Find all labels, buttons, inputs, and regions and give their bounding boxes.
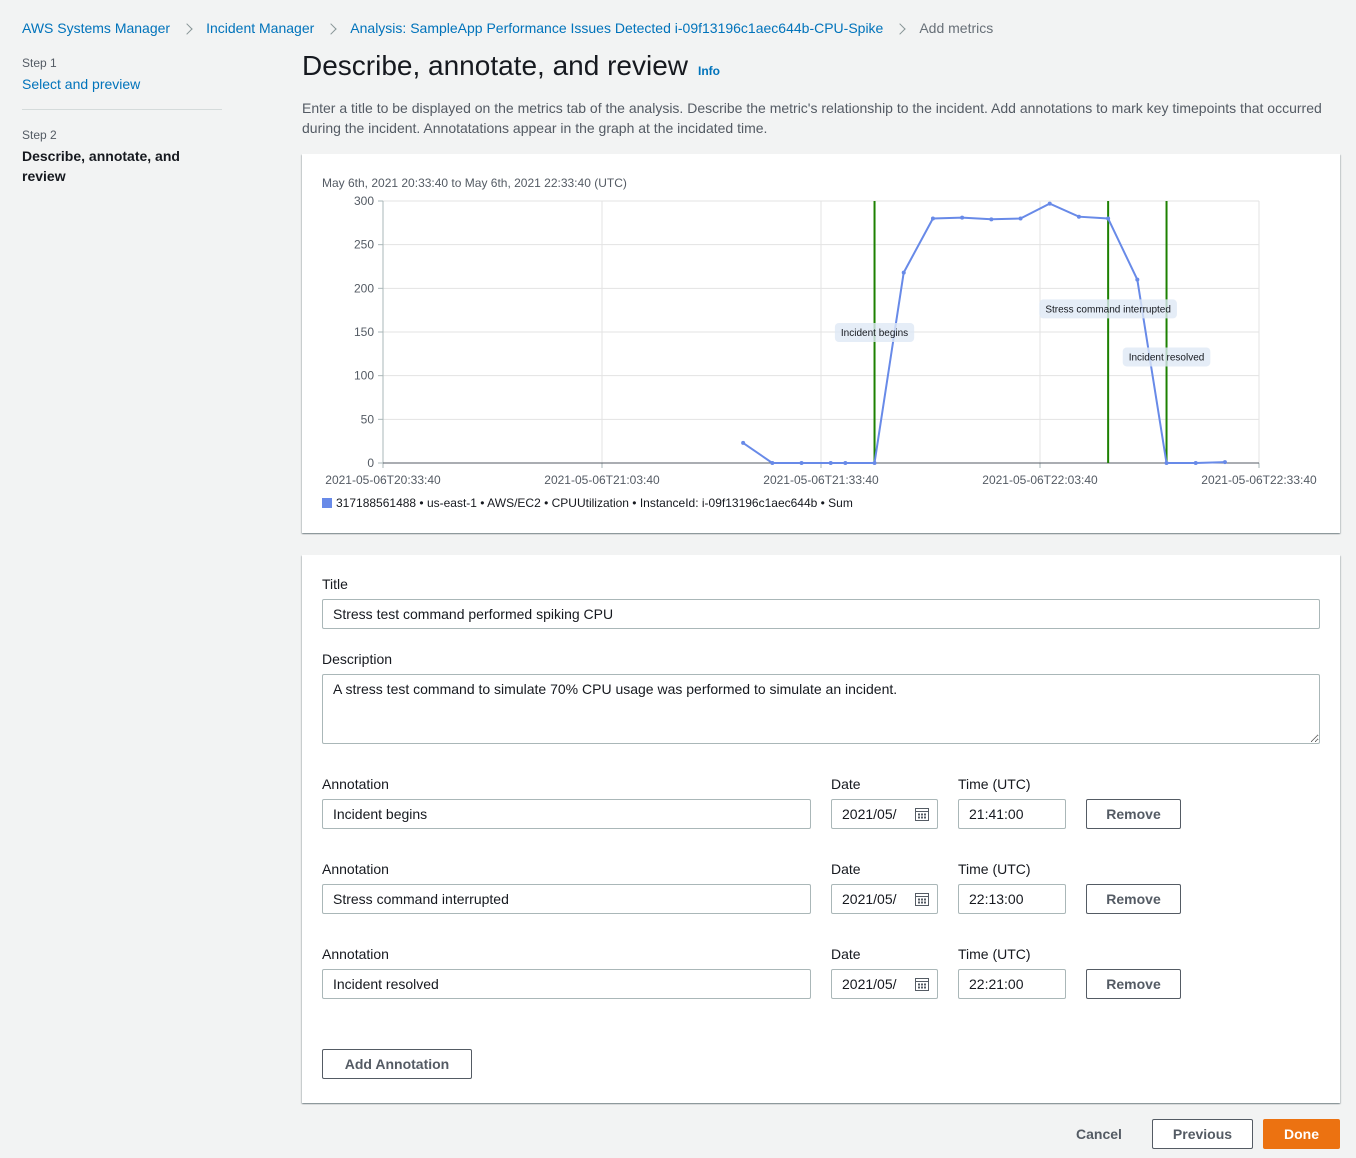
legend-label: 317188561488 • us-east-1 • AWS/EC2 • CPU… bbox=[336, 496, 853, 510]
step-2-number: Step 2 bbox=[22, 128, 57, 142]
breadcrumb-current: Add metrics bbox=[919, 20, 994, 36]
y-tick-label: 100 bbox=[354, 369, 374, 383]
x-tick-label: 2021-05-06T21:33:40 bbox=[763, 473, 879, 487]
annotation-label: Incident begins bbox=[841, 328, 908, 339]
add-annotation-button[interactable]: Add Annotation bbox=[322, 1049, 472, 1079]
x-tick-label: 2021-05-06T20:33:40 bbox=[325, 473, 441, 487]
y-tick-label: 0 bbox=[367, 456, 374, 470]
metric-chart: Incident begins Stress command interrupte… bbox=[325, 194, 1317, 487]
data-point[interactable] bbox=[1222, 460, 1227, 465]
page-title: Describe, annotate, and review Info bbox=[302, 50, 720, 82]
page-title-text: Describe, annotate, and review bbox=[302, 50, 688, 81]
date-input[interactable]: 2021/05/ bbox=[831, 799, 938, 829]
date-label: Date bbox=[831, 946, 861, 962]
data-point[interactable] bbox=[1018, 216, 1023, 221]
description-label: Description bbox=[322, 651, 393, 667]
date-label: Date bbox=[831, 861, 861, 877]
annotation-input[interactable] bbox=[322, 799, 811, 829]
date-value: 2021/05/ bbox=[842, 806, 897, 822]
metric-chart-panel: May 6th, 2021 20:33:40 to May 6th, 2021 … bbox=[302, 154, 1340, 533]
series-line[interactable] bbox=[742, 202, 1225, 464]
done-button[interactable]: Done bbox=[1263, 1119, 1340, 1149]
data-point[interactable] bbox=[799, 461, 804, 465]
calendar-icon[interactable] bbox=[915, 892, 929, 906]
chevron-right-icon bbox=[314, 20, 350, 37]
step-2-current: Describe, annotate, and review bbox=[22, 148, 180, 184]
y-tick-label: 250 bbox=[354, 238, 374, 252]
remove-annotation-button[interactable]: Remove bbox=[1086, 799, 1181, 829]
x-tick-label: 2021-05-06T22:33:40 bbox=[1201, 473, 1317, 487]
data-point[interactable] bbox=[741, 440, 746, 445]
previous-button[interactable]: Previous bbox=[1152, 1119, 1253, 1149]
y-tick-label: 150 bbox=[354, 325, 374, 339]
data-point[interactable] bbox=[1135, 277, 1140, 282]
y-tick-label: 200 bbox=[354, 281, 374, 295]
annotation-label: Incident resolved bbox=[1129, 352, 1205, 363]
x-tick-label: 2021-05-06T21:03:40 bbox=[544, 473, 660, 487]
date-label: Date bbox=[831, 776, 861, 792]
data-point[interactable] bbox=[930, 216, 935, 221]
data-point[interactable] bbox=[843, 461, 848, 465]
data-point[interactable] bbox=[901, 270, 906, 275]
legend-swatch bbox=[322, 498, 332, 508]
calendar-icon[interactable] bbox=[915, 807, 929, 821]
page-description: Enter a title to be displayed on the met… bbox=[302, 100, 1322, 136]
description-textarea[interactable]: A stress test command to simulate 70% CP… bbox=[322, 674, 1320, 744]
date-input[interactable]: 2021/05/ bbox=[831, 884, 938, 914]
data-point[interactable] bbox=[1076, 214, 1081, 219]
y-tick-label: 300 bbox=[354, 194, 374, 208]
breadcrumb: AWS Systems Manager Incident Manager Ana… bbox=[22, 18, 993, 38]
time-label: Time (UTC) bbox=[958, 776, 1031, 792]
time-label: Time (UTC) bbox=[958, 946, 1031, 962]
annotation-label: Annotation bbox=[322, 776, 389, 792]
breadcrumb-systems-manager[interactable]: AWS Systems Manager bbox=[22, 20, 170, 36]
data-point[interactable] bbox=[1164, 461, 1169, 465]
data-point[interactable] bbox=[1106, 216, 1111, 221]
date-value: 2021/05/ bbox=[842, 891, 897, 907]
details-form-panel: Title Description A stress test command … bbox=[302, 555, 1340, 1103]
calendar-icon[interactable] bbox=[915, 977, 929, 991]
data-point[interactable] bbox=[1193, 461, 1198, 465]
data-point[interactable] bbox=[989, 217, 994, 222]
chevron-right-icon bbox=[883, 20, 919, 37]
data-point[interactable] bbox=[828, 461, 833, 465]
chevron-right-icon bbox=[170, 20, 206, 37]
time-input[interactable] bbox=[958, 799, 1066, 829]
info-link[interactable]: Info bbox=[698, 64, 720, 78]
wizard-steps: Step 1 Select and preview Step 2 Describ… bbox=[22, 56, 222, 186]
y-tick-label: 50 bbox=[361, 412, 375, 426]
step-divider bbox=[22, 109, 222, 110]
step-1-number: Step 1 bbox=[22, 56, 57, 70]
breadcrumb-incident-manager[interactable]: Incident Manager bbox=[206, 20, 314, 36]
title-input[interactable] bbox=[322, 599, 1320, 629]
annotation-input[interactable] bbox=[322, 969, 811, 999]
chart-legend[interactable]: 317188561488 • us-east-1 • AWS/EC2 • CPU… bbox=[322, 496, 853, 510]
data-point[interactable] bbox=[872, 461, 877, 465]
x-tick-label: 2021-05-06T22:03:40 bbox=[982, 473, 1098, 487]
cancel-button[interactable]: Cancel bbox=[1064, 1119, 1134, 1149]
remove-annotation-button[interactable]: Remove bbox=[1086, 884, 1181, 914]
data-point[interactable] bbox=[770, 461, 775, 465]
breadcrumb-analysis[interactable]: Analysis: SampleApp Performance Issues D… bbox=[350, 20, 883, 36]
date-value: 2021/05/ bbox=[842, 976, 897, 992]
annotation-input[interactable] bbox=[322, 884, 811, 914]
date-input[interactable]: 2021/05/ bbox=[831, 969, 938, 999]
time-input[interactable] bbox=[958, 969, 1066, 999]
step-1-link[interactable]: Select and preview bbox=[22, 76, 140, 92]
annotation-label: Annotation bbox=[322, 946, 389, 962]
time-input[interactable] bbox=[958, 884, 1066, 914]
title-label: Title bbox=[322, 576, 348, 592]
data-point[interactable] bbox=[960, 215, 965, 220]
annotation-label: Stress command interrupted bbox=[1045, 304, 1171, 315]
annotation-label: Annotation bbox=[322, 861, 389, 877]
data-point[interactable] bbox=[1047, 201, 1052, 206]
time-label: Time (UTC) bbox=[958, 861, 1031, 877]
remove-annotation-button[interactable]: Remove bbox=[1086, 969, 1181, 999]
